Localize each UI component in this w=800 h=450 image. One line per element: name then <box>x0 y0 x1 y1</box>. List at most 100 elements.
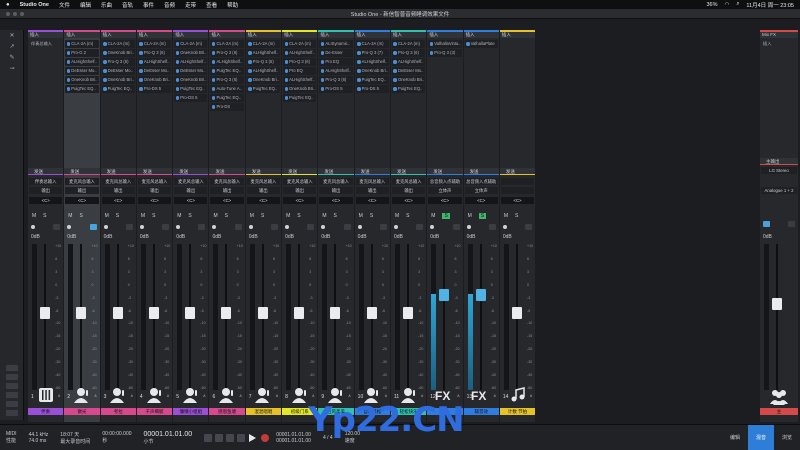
input-selector[interactable]: 麦克风总输入 <box>246 178 281 185</box>
minimize-button[interactable] <box>13 12 17 16</box>
record-arm-icon[interactable] <box>321 225 326 229</box>
solo-button[interactable]: S <box>152 213 155 219</box>
route-icon[interactable]: ⊸ <box>4 65 20 74</box>
insert-header[interactable]: 插入 <box>427 30 463 38</box>
insert-header[interactable]: 插入 <box>28 30 64 38</box>
insert-plugin[interactable]: OneKnob Bri.. <box>391 76 426 84</box>
insert-plugin[interactable]: DeEsser Mo.. <box>137 67 172 75</box>
volume-readout[interactable]: 0dB <box>503 234 512 240</box>
insert-plugin[interactable]: ALISynamic.. <box>319 40 353 48</box>
menu-edit[interactable]: 编辑 <box>80 1 91 9</box>
channel-strip[interactable]: 插入 CLA-2A (m) OneKnob Bri.. Pro-Q 3 (6) DeE… <box>100 30 136 422</box>
volume-readout[interactable]: 0dB <box>467 234 476 240</box>
singer-icon[interactable] <box>173 384 208 406</box>
volume-readout[interactable]: 0dB <box>31 234 40 240</box>
insert-plugin[interactable]: Auto-Tune A.. <box>210 85 244 93</box>
pan-control[interactable]: <C> <box>29 197 63 204</box>
return-to-zero-button[interactable] <box>203 433 212 442</box>
insert-plugin[interactable]: OneKnob Bri.. <box>355 67 389 75</box>
bars-display[interactable]: 00001.01.01.00 <box>144 431 193 438</box>
pan-control[interactable]: <C> <box>355 197 389 204</box>
insert-plugin[interactable]: CLA-2A (m) <box>246 40 281 48</box>
solo-button[interactable]: S <box>442 213 450 219</box>
volume-fader[interactable] <box>511 307 522 319</box>
apple-menu-icon[interactable]: ● <box>6 2 10 8</box>
solo-button[interactable]: S <box>116 213 119 219</box>
mute-button[interactable]: M <box>141 213 145 219</box>
sends-header[interactable]: 发送 <box>245 168 282 175</box>
insert-header[interactable]: 插入 <box>136 30 173 38</box>
insert-plugin[interactable]: ALHighShelf.. <box>283 76 317 84</box>
main-output-device[interactable]: LG Stereo <box>761 167 797 174</box>
channel-strip[interactable]: 插入 CLA-2A (m) ALHighShelf.. Pro-Q 3 (6) ALH… <box>245 30 282 422</box>
channel-name[interactable]: 散光 <box>64 408 100 415</box>
main-channel-name[interactable]: 主 <box>760 408 798 415</box>
sends-header[interactable]: 发送 <box>64 168 100 175</box>
insert-plugin[interactable]: PuigTec EQ.. <box>210 94 244 102</box>
volume-fader[interactable] <box>112 307 123 319</box>
insert-plugin[interactable]: ALHighShelf.. <box>355 58 389 66</box>
insert-header[interactable]: 插入 <box>282 30 318 38</box>
search-icon[interactable]: ⌕ <box>736 1 739 8</box>
channel-strip[interactable]: 插入 CLA-2A (m) Pro-Q 3 (6) ALHighShelf.. Pui… <box>209 30 245 422</box>
solo-button[interactable]: S <box>334 213 337 219</box>
main-insert-header[interactable]: 插入 <box>761 40 797 48</box>
insert-plugin[interactable]: Pro-Q 3 (6) <box>101 58 135 66</box>
wifi-icon[interactable]: ◠ <box>725 2 730 8</box>
insert-plugin[interactable]: Pro-DS 5 <box>319 85 353 93</box>
notes-icon[interactable] <box>500 384 535 406</box>
rewind-button[interactable] <box>214 433 223 442</box>
solo-button[interactable]: S <box>406 213 409 219</box>
insert-plugin[interactable]: CLA-2A (m) <box>174 40 208 48</box>
main-fader-track[interactable] <box>776 244 778 390</box>
insert-plugin[interactable]: DeEsser Mo.. <box>391 67 426 75</box>
insert-plugin[interactable]: Pro-Q 3 (6) <box>137 49 172 57</box>
solo-button[interactable]: S <box>515 213 518 219</box>
mute-button[interactable]: M <box>213 213 217 219</box>
volume-fader[interactable] <box>185 307 196 319</box>
menu-view[interactable]: 查看 <box>206 1 217 9</box>
sends-header[interactable]: 发送 <box>463 168 499 175</box>
volume-fader[interactable] <box>257 307 268 319</box>
insert-plugin[interactable]: ALHighShelf.. <box>319 67 353 75</box>
zoom-button[interactable] <box>20 12 24 16</box>
record-arm-icon[interactable] <box>466 225 471 229</box>
pan-control[interactable]: <C> <box>464 197 498 204</box>
view-toggle-4[interactable] <box>6 392 18 398</box>
pan-control[interactable]: <C> <box>174 197 208 204</box>
insert-plugin[interactable]: Pro-Q 3 (7) <box>355 49 389 57</box>
record-arm-icon[interactable] <box>212 225 217 229</box>
monitor-icon[interactable] <box>343 224 351 230</box>
solo-button[interactable]: S <box>188 213 191 219</box>
insert-plugin[interactable]: Pro-DS 5 <box>174 94 208 102</box>
insert-plugin[interactable]: CLA-2A (m) <box>101 40 135 48</box>
output-selector[interactable]: 输出 <box>283 187 317 194</box>
menu-file[interactable]: 文件 <box>59 1 70 9</box>
mix-fx-header[interactable]: Mix FX <box>760 30 798 38</box>
insert-plugin[interactable]: CLA-2A (m) <box>391 40 426 48</box>
performance-label[interactable]: 性能 <box>6 437 17 444</box>
record-arm-icon[interactable] <box>67 225 72 229</box>
volume-fader[interactable] <box>330 307 341 319</box>
channel-name[interactable]: 慵懒小姐姐 <box>173 408 209 415</box>
tab-mix[interactable]: 混音 <box>748 425 774 450</box>
output-selector[interactable]: 输出 <box>246 187 281 194</box>
insert-plugin[interactable]: OneKnob Bri.. <box>246 76 281 84</box>
monitor-icon[interactable] <box>53 224 61 230</box>
monitor-icon[interactable] <box>198 224 206 230</box>
insert-plugin[interactable]: ALHighShelf.. <box>391 58 426 66</box>
insert-plugin[interactable]: OneKnob Bri.. <box>101 76 135 84</box>
sends-header[interactable]: 发送 <box>318 168 354 175</box>
input-selector[interactable] <box>500 178 535 185</box>
insert-header[interactable]: 插入 <box>354 30 390 38</box>
menu-transport[interactable]: 走带 <box>185 1 196 9</box>
menu-audio[interactable]: 音频 <box>164 1 175 9</box>
output-selector[interactable] <box>500 187 535 194</box>
monitor-icon[interactable] <box>416 224 424 230</box>
solo-button[interactable]: S <box>261 213 264 219</box>
channel-strip[interactable]: 插入 ValhallaPlate 发送 总音频入点辅助 立体声 <C> M S … <box>463 30 499 422</box>
insert-plugin[interactable]: Pro-G 2 <box>65 49 99 57</box>
insert-header[interactable]: 插入 <box>463 30 499 38</box>
volume-fader[interactable] <box>475 289 486 301</box>
insert-plugin[interactable]: De-Esser <box>319 49 353 57</box>
